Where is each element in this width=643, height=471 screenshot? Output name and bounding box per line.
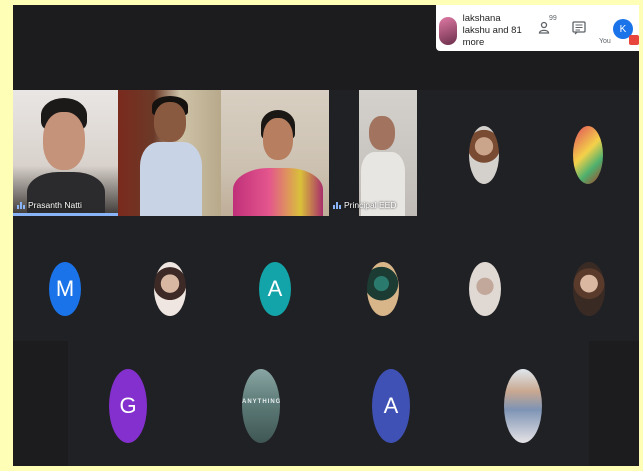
people-icon [538, 21, 550, 34]
notification-text: lakshana lakshu and 81 more [462, 13, 522, 48]
participant-tile[interactable] [437, 90, 539, 216]
video-feed [13, 90, 118, 216]
chat-icon [572, 21, 586, 35]
participant-photo [469, 126, 499, 184]
audio-level-icon [17, 201, 25, 209]
video-feed [118, 90, 221, 216]
participant-tile[interactable] [437, 216, 539, 341]
audio-level-icon [333, 201, 341, 209]
participant-tile[interactable] [118, 216, 221, 341]
participant-avatar: A [372, 369, 410, 443]
participant-photo: ANYTHING [242, 369, 280, 443]
participant-tile[interactable] [329, 216, 437, 341]
participant-photo [154, 262, 186, 316]
participant-name: Principal EED [344, 200, 397, 210]
participant-name: Prasanth Natti [28, 200, 82, 210]
participant-tile[interactable] [539, 90, 639, 216]
video-feed [221, 90, 329, 216]
participant-avatar: G [109, 369, 147, 443]
video-tile-3[interactable] [221, 90, 329, 216]
participant-avatar: A [259, 262, 291, 316]
participant-tile[interactable]: M [13, 216, 118, 341]
participant-photo [573, 126, 603, 184]
participant-photo [573, 262, 605, 316]
participant-tile[interactable]: G [68, 341, 186, 466]
meeting-screen: lakshana lakshu and 81 more 99 K You Pra… [13, 5, 639, 466]
participant-tile[interactable]: ANYTHING [186, 341, 306, 466]
participant-photo [504, 369, 542, 443]
participant-photo [469, 262, 501, 316]
join-notification[interactable]: lakshana lakshu and 81 more [439, 11, 527, 51]
video-tile-2[interactable] [118, 90, 221, 216]
notification-avatar [439, 17, 457, 45]
participant-tile[interactable]: A [221, 216, 329, 341]
people-count-badge: 99 [549, 15, 557, 22]
you-label: You [599, 38, 611, 45]
participant-avatar: M [49, 262, 81, 316]
participant-tile[interactable]: A [306, 341, 426, 466]
participant-name-tag: Principal EED [333, 200, 396, 210]
chat-button[interactable] [568, 17, 590, 39]
participant-photo [367, 262, 399, 316]
video-tile-prasanth[interactable]: Prasanth Natti [13, 90, 118, 216]
participant-name-tag: Prasanth Natti [17, 200, 82, 210]
photo-caption: ANYTHING [242, 399, 280, 405]
video-tile-principal[interactable]: Principal EED [329, 90, 437, 216]
video-feed [359, 90, 417, 216]
recording-indicator-icon [629, 35, 639, 45]
participant-tile[interactable] [426, 341, 589, 466]
participant-tile[interactable] [539, 216, 639, 341]
people-button[interactable]: 99 [535, 15, 557, 39]
